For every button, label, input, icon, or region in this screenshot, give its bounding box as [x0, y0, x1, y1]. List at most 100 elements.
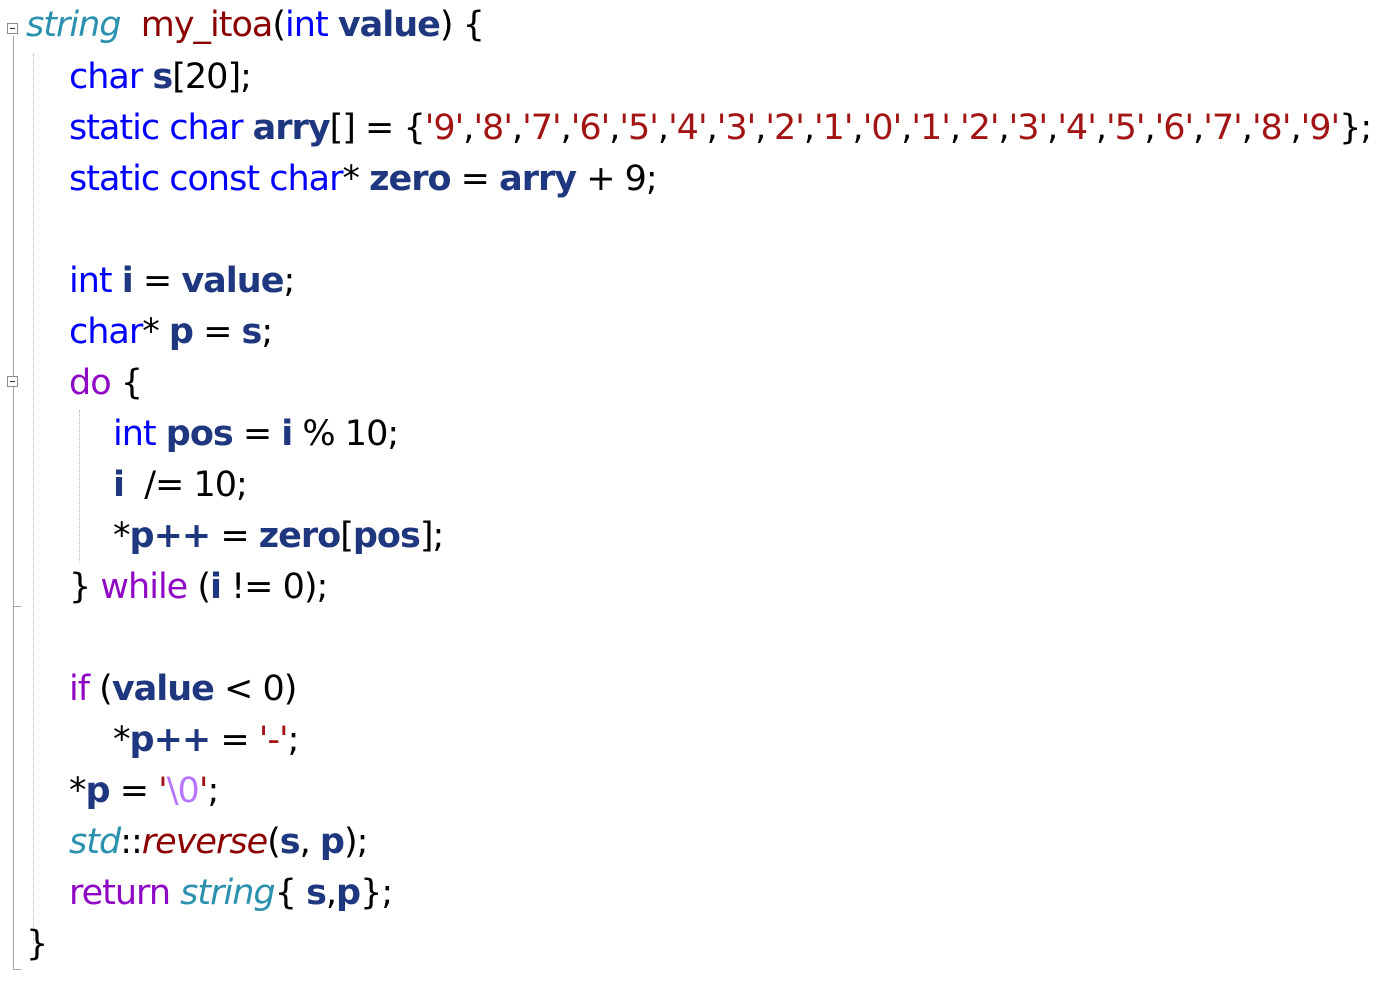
code-token: \0 — [166, 771, 200, 811]
code-line[interactable]: char s[20]; — [69, 52, 252, 103]
code-token: s — [152, 57, 173, 97]
collapse-do-block-icon[interactable] — [7, 376, 18, 387]
code-line[interactable]: char* p = s; — [69, 307, 273, 358]
code-token: p — [168, 312, 194, 352]
code-token: arry — [499, 159, 577, 199]
code-token: value — [337, 5, 441, 45]
code-token: s — [241, 312, 263, 352]
code-token: ++ — [153, 720, 212, 760]
code-token: % 10; — [292, 414, 399, 454]
code-token: ; — [287, 720, 300, 760]
code-token: { — [274, 873, 307, 913]
code-line[interactable]: int i = value; — [69, 256, 295, 307]
code-token: , — [1095, 108, 1107, 148]
code-line[interactable]: i /= 10; — [113, 460, 248, 511]
code-token: '7' — [522, 108, 562, 148]
code-token: '2' — [765, 108, 805, 148]
code-token: * — [69, 771, 86, 811]
code-token: '4' — [1057, 108, 1097, 148]
outline-end-tick — [13, 606, 21, 607]
code-line[interactable]: if (value < 0) — [69, 664, 297, 715]
code-token: [20]; — [172, 57, 252, 97]
code-line[interactable]: static const char* zero = arry + 9; — [69, 154, 658, 205]
code-token: * — [142, 312, 169, 352]
code-token: '5' — [1105, 108, 1146, 148]
indent-guide — [33, 54, 34, 944]
code-token: , — [657, 108, 669, 148]
code-token: , — [299, 822, 320, 862]
code-line[interactable]: } while (i != 0); — [69, 562, 328, 613]
code-token: string — [26, 5, 121, 45]
code-token: arry — [252, 108, 331, 148]
code-token: p — [85, 771, 111, 811]
indent-guide — [79, 410, 80, 562]
code-line[interactable]: *p = '\0'; — [69, 766, 219, 817]
code-token: p — [336, 873, 361, 913]
code-token: ; — [261, 312, 273, 352]
code-token: }; — [1339, 108, 1372, 148]
code-token: ; — [207, 771, 219, 811]
code-token: * — [342, 159, 370, 199]
code-token: , — [1193, 108, 1204, 148]
code-token: char — [69, 57, 143, 97]
outline-end-tick — [13, 969, 21, 970]
code-token: p — [129, 720, 155, 760]
code-token: + 9; — [576, 159, 658, 199]
code-token: value — [181, 261, 284, 301]
code-token: ( — [89, 669, 113, 709]
code-token: = — [450, 159, 500, 199]
code-line[interactable]: int pos = i % 10; — [113, 409, 399, 460]
code-token: p — [129, 516, 155, 556]
code-line[interactable]: static char arry[] = {'9','8','7','6','5… — [69, 103, 1372, 154]
code-token: const — [169, 159, 260, 199]
code-token: = — [210, 516, 259, 556]
code-token: do — [69, 363, 112, 403]
code-token: '3' — [1008, 108, 1049, 148]
outline-guide — [13, 36, 14, 970]
code-token: i — [121, 261, 134, 301]
code-line[interactable]: return string{ s,p}; — [69, 868, 393, 919]
code-token: , — [325, 873, 337, 913]
code-token: s — [279, 822, 301, 862]
code-token: , — [852, 108, 864, 148]
code-line[interactable]: do { — [69, 358, 143, 409]
code-token: '3' — [716, 108, 757, 148]
code-line[interactable]: } — [26, 919, 48, 970]
code-line[interactable]: string my_itoa(int value) { — [26, 0, 485, 51]
code-token: , — [803, 108, 815, 148]
code-token: = — [210, 720, 259, 760]
code-token: my_itoa — [140, 5, 274, 45]
code-token: = — [132, 261, 182, 301]
code-token: , — [1241, 108, 1253, 148]
code-token: = — [109, 771, 159, 811]
code-token: [ — [340, 516, 354, 556]
code-token: ( — [187, 567, 211, 607]
code-token: s — [306, 873, 327, 913]
code-token: pos — [165, 414, 234, 454]
code-token: '1' — [911, 108, 951, 148]
code-token: '1' — [814, 108, 854, 148]
code-line[interactable]: std::reverse(s, p); — [69, 817, 368, 868]
code-line[interactable]: *p++ = '-'; — [113, 715, 300, 766]
code-editor[interactable]: string my_itoa(int value) {char s[20]; st… — [0, 0, 1385, 992]
code-line[interactable]: *p++ = zero[pos]; — [113, 511, 444, 562]
code-token: zero — [369, 159, 451, 199]
code-token: [] = { — [329, 108, 426, 148]
code-token: '7' — [1203, 108, 1243, 148]
collapse-function-icon[interactable] — [7, 23, 18, 34]
code-token: ' — [158, 771, 168, 811]
code-token: '8' — [473, 108, 513, 148]
code-token: pos — [352, 516, 421, 556]
code-token: , — [1144, 108, 1155, 148]
code-token: static — [69, 159, 160, 199]
code-token: , — [998, 108, 1010, 148]
code-token: , — [901, 108, 912, 148]
code-token: '0' — [862, 108, 903, 148]
code-token: = — [192, 312, 242, 352]
